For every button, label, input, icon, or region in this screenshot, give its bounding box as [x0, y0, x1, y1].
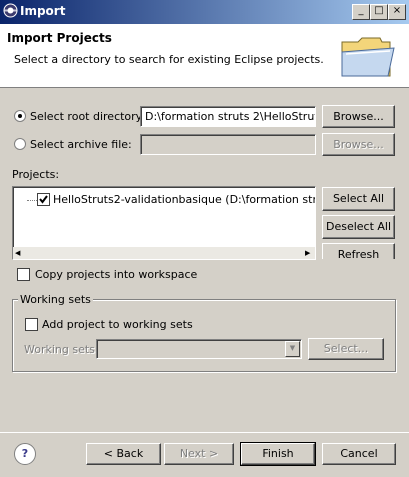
browse-archive-button[interactable]: Browse... [322, 133, 395, 156]
eclipse-icon [3, 3, 18, 18]
refresh-button-clip: Refresh [322, 243, 395, 259]
select-working-sets-button[interactable]: Select... [308, 338, 384, 360]
minimize-button[interactable]: _ [352, 4, 370, 20]
projects-tree[interactable]: HelloStruts2-validationbasique (D:\forma… [12, 186, 316, 260]
working-sets-combo[interactable]: ▼ [96, 339, 302, 359]
deselect-all-button[interactable]: Deselect All [322, 215, 395, 239]
working-sets-group [12, 299, 396, 372]
projects-label: Projects: [12, 168, 60, 181]
copy-projects-label: Copy projects into workspace [35, 268, 198, 281]
next-button[interactable]: Next > [164, 443, 234, 465]
working-sets-label: Working sets: [24, 343, 99, 356]
scroll-left-icon[interactable]: ◀ [15, 249, 20, 257]
browse-root-button[interactable]: Browse... [322, 105, 395, 128]
window-title: Import [20, 4, 66, 18]
page-description: Select a directory to search for existin… [14, 53, 324, 66]
chevron-down-icon[interactable]: ▼ [285, 341, 300, 357]
folder-icon [341, 37, 395, 77]
finish-button[interactable]: Finish [240, 442, 316, 466]
add-to-working-sets-label: Add project to working sets [42, 318, 193, 331]
title-bar[interactable]: Import _ □ × [0, 0, 409, 24]
horizontal-scrollbar[interactable]: ◀ ▶ [13, 247, 315, 259]
page-title: Import Projects [7, 31, 112, 45]
project-checkbox[interactable] [37, 193, 50, 206]
cancel-button[interactable]: Cancel [322, 443, 396, 465]
help-icon[interactable]: ? [14, 443, 36, 465]
archive-file-field[interactable] [140, 134, 316, 155]
working-sets-group-label: Working sets [18, 293, 93, 306]
footer-separator [0, 432, 409, 433]
close-button[interactable]: × [388, 4, 406, 20]
root-directory-radio[interactable] [14, 110, 26, 122]
select-all-button[interactable]: Select All [322, 187, 395, 211]
root-directory-label: Select root directory: [30, 110, 146, 123]
copy-projects-checkbox[interactable] [17, 268, 30, 281]
archive-file-radio[interactable] [14, 138, 26, 150]
checkmark-icon [39, 195, 48, 204]
project-item-label: HelloStruts2-validationbasique (D:\forma… [53, 193, 316, 206]
add-to-working-sets-checkbox[interactable] [25, 318, 38, 331]
root-directory-field[interactable]: D:\formation struts 2\HelloStruts2- [140, 106, 316, 127]
archive-file-label: Select archive file: [30, 138, 132, 151]
scroll-right-icon[interactable]: ▶ [305, 249, 310, 257]
wizard-header: Import Projects Select a directory to se… [0, 24, 409, 88]
maximize-button[interactable]: □ [370, 4, 388, 20]
back-button[interactable]: < Back [86, 443, 161, 465]
refresh-button[interactable]: Refresh [322, 243, 395, 259]
